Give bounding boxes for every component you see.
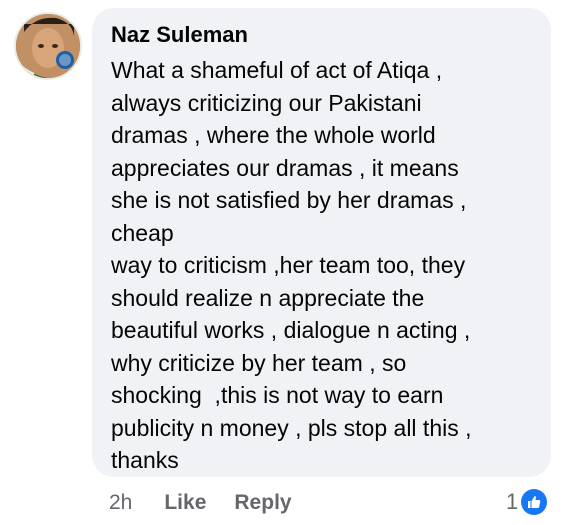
comment-text-line: why criticize by her team , so: [111, 349, 407, 376]
comment-actions: 2h Like Reply: [109, 488, 320, 518]
avatar[interactable]: [14, 12, 82, 80]
like-button[interactable]: Like: [164, 491, 206, 515]
comment-text-line: thanks: [111, 447, 179, 473]
reply-button[interactable]: Reply: [234, 491, 291, 515]
thumbs-up-icon: [521, 489, 548, 515]
comment-timestamp[interactable]: 2h: [109, 491, 132, 515]
comment-bubble: Naz Suleman What a shameful of act of At…: [92, 8, 551, 477]
comment-text: What a shameful of act of Atiqa , always…: [111, 54, 537, 477]
comment-text-line: What a shameful of act of Atiqa ,: [111, 57, 443, 83]
comment-text-line: publicity n money , pls stop all this ,: [111, 414, 472, 441]
comment-text-line: way to criticism ,her team too, they: [111, 252, 466, 278]
comment-text-line: beautiful works , dialogue n acting ,: [111, 317, 471, 343]
comment-text-line: dramas , where the whole world: [111, 122, 436, 148]
comment-text-line: always criticizing our Pakistani: [111, 89, 422, 116]
comment-text-line: cheap: [111, 219, 174, 246]
comment-text-line: shocking ,this is not way to earn: [111, 382, 444, 408]
reaction-count: 1: [506, 489, 519, 514]
comment-text-line: appreciates our dramas , it means: [111, 154, 459, 181]
reaction-summary[interactable]: 1: [506, 487, 548, 517]
profile-picture-icon: [16, 14, 80, 78]
comment-text-line: should realize n appreciate the: [111, 284, 425, 311]
comment-text-line: she is not satisfied by her dramas ,: [111, 187, 467, 213]
comment-author-name[interactable]: Naz Suleman: [111, 22, 537, 48]
